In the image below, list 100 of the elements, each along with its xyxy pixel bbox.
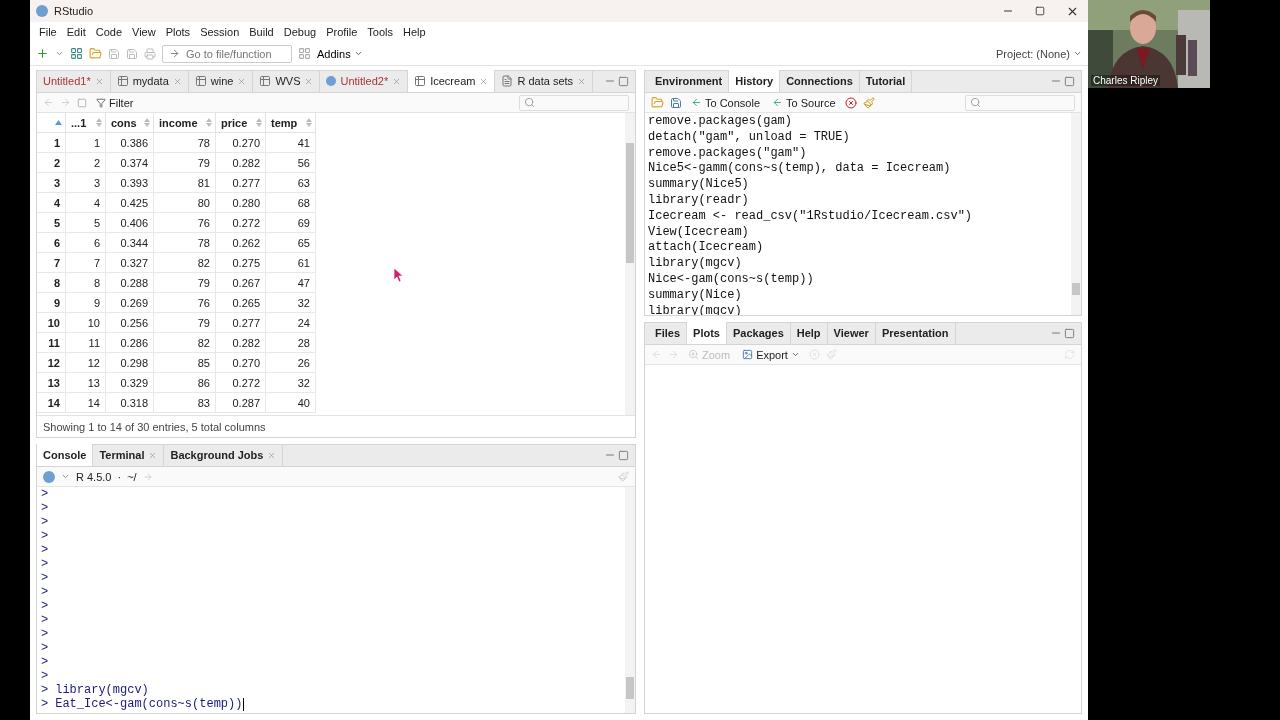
column-header[interactable]: income (154, 113, 216, 133)
table-cell: 79 (154, 313, 216, 333)
table-cell: 13 (66, 373, 106, 393)
history-entry[interactable]: Nice5<-gamm(cons~s(temp), data = Icecream) (648, 161, 951, 178)
pane-tab[interactable]: Viewer (827, 322, 876, 344)
table-cell: 0.287 (216, 393, 266, 413)
table-cell: 0.267 (216, 273, 266, 293)
pane-tab[interactable]: R data sets (495, 70, 594, 92)
pane-tab[interactable]: History (729, 70, 781, 92)
pane-tab[interactable]: Plots (687, 322, 727, 344)
table-cell: 79 (154, 273, 216, 293)
history-entry[interactable]: Icecream <- read_csv("1Rstudio/Icecream.csv") (648, 208, 973, 225)
menu-item[interactable]: File (34, 26, 62, 38)
pane-tab[interactable]: Packages (727, 322, 791, 344)
table-cell: 76 (154, 213, 216, 233)
column-header[interactable]: cons (106, 113, 154, 133)
menu-item[interactable]: Code (90, 26, 127, 38)
table-cell: 26 (266, 353, 316, 373)
console-prompt: > (41, 655, 49, 669)
row-number: 12 (37, 353, 66, 373)
row-number: 11 (37, 333, 66, 353)
history-entry[interactable]: Nice<-gam(cons~s(temp)) (648, 271, 814, 288)
menu-item[interactable]: Help (398, 26, 431, 38)
addins-menu[interactable]: Addins (317, 47, 363, 60)
project-menu[interactable]: Project: (None) (996, 47, 1082, 60)
filter-button[interactable]: Filter (93, 96, 137, 109)
menu-item[interactable]: Edit (61, 26, 91, 38)
history-entry[interactable]: remove.packages(gam) (648, 114, 793, 130)
table-cell: 32 (266, 293, 316, 313)
pane-tab[interactable]: wine (188, 70, 254, 92)
table-cell: 7 (66, 253, 106, 273)
menu-item[interactable]: Debug (278, 26, 322, 38)
history-entry[interactable]: library(readr) (648, 193, 749, 209)
menu-item[interactable]: Plots (160, 26, 196, 38)
console-prompt: > (41, 599, 49, 613)
history-button[interactable]: To Console (688, 96, 764, 109)
row-number: 1 (37, 133, 66, 153)
table-cell: 79 (154, 153, 216, 173)
pane-tab[interactable]: Tutorial (859, 70, 913, 92)
pane-tab[interactable]: Presentation (875, 322, 956, 344)
table-cell: 0.256 (106, 313, 154, 333)
pane-tab[interactable]: Untitled1* (37, 70, 111, 92)
menu-item[interactable]: Session (195, 26, 245, 38)
history-entry[interactable]: remove.packages("gam") (648, 145, 807, 162)
column-header[interactable]: temp (266, 113, 316, 133)
row-number: 8 (37, 273, 66, 293)
console-prompt: > (41, 669, 49, 683)
table-cell: 82 (154, 253, 216, 273)
menu-item[interactable]: Profile (321, 26, 363, 38)
pane-tab[interactable]: WVS (253, 70, 321, 92)
history-entry[interactable]: library(mgcv) (648, 256, 742, 272)
table-cell: 41 (266, 133, 316, 153)
table-cell: 0.262 (216, 233, 266, 253)
row-number: 13 (37, 373, 66, 393)
table-cell: 4 (66, 193, 106, 213)
go-to-file-field[interactable]: Go to file/function (162, 44, 292, 63)
pane-tab[interactable]: Help (790, 322, 828, 344)
history-entry[interactable]: detach("gam", unload = TRUE) (648, 129, 850, 146)
row-number: 3 (37, 173, 66, 193)
row-number: 4 (37, 193, 66, 213)
console-command: Eat_Ice<-gam(cons~s(temp)) (55, 697, 243, 711)
pane-tab[interactable]: Background Jobs (164, 444, 284, 466)
table-cell: 0.272 (216, 373, 266, 393)
table-cell: 61 (266, 253, 316, 273)
console-prompt: > (41, 543, 49, 557)
table-cell: 6 (66, 233, 106, 253)
pane-tab[interactable]: Terminal (93, 444, 165, 466)
history-entry[interactable]: summary(Nice5) (648, 177, 749, 193)
menu-item[interactable]: Build (244, 26, 279, 38)
table-cell: 0.272 (216, 213, 266, 233)
table-cell: 0.329 (106, 373, 154, 393)
table-cell: 0.280 (216, 193, 266, 213)
pane-tab[interactable]: Console (37, 444, 94, 466)
column-header[interactable]: ...1 (66, 113, 106, 133)
menu-item[interactable]: View (127, 26, 161, 38)
console-prompt: > (41, 515, 49, 529)
menu-item[interactable]: Tools (362, 26, 399, 38)
r-version: R 4.5.0 (76, 470, 112, 483)
column-header[interactable]: price (216, 113, 266, 133)
history-entry[interactable]: attach(Icecream) (648, 240, 764, 257)
history-entry[interactable]: summary(Nice) (648, 287, 742, 304)
table-cell: 11 (66, 333, 106, 353)
table-cell: 83 (154, 393, 216, 413)
history-entry[interactable]: View(Icecream) (648, 224, 749, 241)
table-cell: 0.277 (216, 173, 266, 193)
table-cell: 2 (66, 153, 106, 173)
export-button[interactable]: Export (739, 348, 803, 361)
console-prompt: > (41, 585, 49, 599)
console-prompt: > (41, 683, 49, 697)
pane-tab[interactable]: Icecream (408, 70, 496, 92)
table-cell: 68 (266, 193, 316, 213)
table-cell: 0.318 (106, 393, 154, 413)
pane-tab[interactable]: mydata (110, 70, 189, 92)
pane-tab[interactable]: Connections (780, 70, 860, 92)
console-prompt: > (41, 571, 49, 585)
table-cell: 0.344 (106, 233, 154, 253)
row-number: 9 (37, 293, 66, 313)
table-cell: 65 (266, 233, 316, 253)
history-button[interactable]: To Source (769, 96, 839, 109)
table-cell: 0.374 (106, 153, 154, 173)
